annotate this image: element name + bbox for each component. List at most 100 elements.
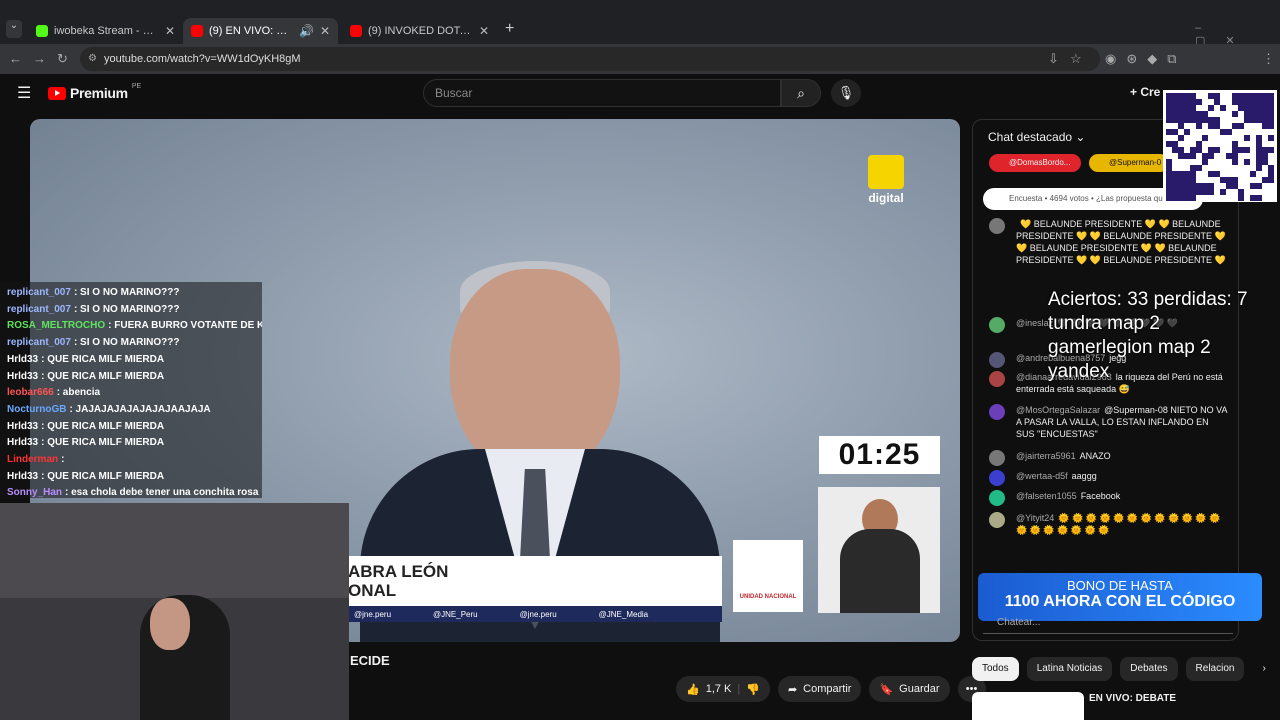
close-icon[interactable]: ✕ <box>165 24 175 38</box>
related-filter-chips: Todos Latina Noticias Debates Relacion › <box>972 657 1276 681</box>
chat-author: @Yityit24 <box>1016 513 1055 523</box>
youtube-icon <box>350 25 362 37</box>
chat-text: 💛 BELAUNDE PRESIDENTE 💛 💛 BELAUNDE PRESI… <box>1016 219 1226 265</box>
avatar <box>989 450 1005 466</box>
new-tab-button[interactable]: + <box>505 20 514 38</box>
chat-input[interactable]: Chatear... <box>983 612 1233 634</box>
kick-icon <box>36 25 48 37</box>
avatar <box>989 352 1005 368</box>
brand-logo-icon <box>868 155 904 189</box>
channel-brand: digital <box>866 155 906 205</box>
search-input[interactable]: Buscar <box>423 79 781 107</box>
microphone-icon[interactable]: 🎙 <box>831 79 861 107</box>
avatar <box>989 470 1005 486</box>
chip-todos[interactable]: Todos <box>972 657 1019 681</box>
address-bar[interactable]: ⚙ youtube.com/watch?v=WW1dOyKH8gM <box>80 47 1100 71</box>
streamer-face <box>150 598 190 650</box>
chip-relacion[interactable]: Relacion <box>1185 657 1245 681</box>
youtube-logo[interactable]: Premium PE <box>48 83 141 101</box>
video-actions: 👍 1,7 K | 👎 ➦ Compartir 🔖 Guardar ••• <box>676 676 986 702</box>
chat-author: @falseten1055 <box>1016 491 1077 501</box>
avatar <box>989 371 1005 387</box>
chat-text: Facebook <box>1080 491 1121 501</box>
sign-language-interpreter <box>818 487 940 613</box>
avatar <box>989 317 1005 333</box>
chip-latina-noticias[interactable]: Latina Noticias <box>1026 657 1113 681</box>
thumbs-up-icon: 👍 <box>686 683 700 696</box>
chat-message[interactable]: @jairterra5961 ANAZO <box>983 450 1228 466</box>
address-toolbar: ← → ↻ ⚙ youtube.com/watch?v=WW1dOyKH8gM ⇩… <box>0 44 1280 74</box>
avatar <box>989 490 1005 506</box>
debate-timer: 01:25 <box>819 436 940 474</box>
lower-third: ABRA LEÓN ONAL @jne.peru @JNE_Peru @jne.p… <box>348 556 722 622</box>
back-icon[interactable]: ← <box>9 51 22 66</box>
stream-chat-line: Hrld33: QUE RICA MILF MIERDA <box>7 353 165 365</box>
stream-chat-line: NocturnoGB: JAJAJAJAJAJAJAJAAJAJA <box>7 403 211 415</box>
create-button[interactable]: + Cre <box>1130 85 1160 99</box>
chat-author: @wertaa-d5f <box>1016 471 1068 481</box>
close-icon[interactable]: ✕ <box>320 24 330 38</box>
forward-icon[interactable]: → <box>33 51 46 66</box>
chat-message[interactable]: @MosOrtegaSalazar @Superman-08 NIETO NO V… <box>983 404 1228 440</box>
related-thumbnail[interactable] <box>972 692 1084 720</box>
chevron-right-icon[interactable]: › <box>1252 657 1275 681</box>
chat-message[interactable]: 💛 BELAUNDE PRESIDENTE 💛 💛 BELAUNDE PRESI… <box>983 218 1228 266</box>
close-icon[interactable]: ✕ <box>479 24 489 38</box>
speaker-head <box>450 269 620 479</box>
avatar <box>989 218 1005 234</box>
tab-debate[interactable]: (9) EN VIVO: DEBATE PRESI🔊✕ <box>183 18 338 44</box>
stream-chat-line: Hrld33: QUE RICA MILF MIERDA <box>7 370 165 382</box>
chip-debates[interactable]: Debates <box>1120 657 1178 681</box>
pinned-message[interactable]: @Superman-0 <box>1089 154 1169 172</box>
thumbs-down-icon[interactable]: 👎 <box>746 683 760 696</box>
chat-message[interactable]: @Yityit24 🌞 🌞 🌞 🌞 🌞 🌞 🌞 🌞 🌞 🌞 🌞 🌞 🌞 🌞 🌞 🌞… <box>983 512 1228 536</box>
avatar <box>989 404 1005 420</box>
stream-chat-line: Hrld33: QUE RICA MILF MIERDA <box>7 437 165 449</box>
like-button[interactable]: 👍 1,7 K | 👎 <box>676 676 770 702</box>
chat-mode-selector[interactable]: Chat destacado ⌄ <box>988 130 1085 144</box>
stream-chat-line: leobar666: abencia <box>7 387 101 399</box>
youtube-header: ☰ Premium PE Buscar ⌕ 🎙 + Cre <box>0 74 1280 118</box>
candidate-name: ABRA LEÓN <box>348 562 449 581</box>
stream-chat-overlay: replicant_007: SI O NO MARINO??? replican… <box>0 282 262 498</box>
stream-chat-line: Sonny_Han: esa chola debe tener una conc… <box>7 487 259 498</box>
party-logo: UNIDAD NACIONAL <box>733 540 803 612</box>
youtube-icon <box>191 25 203 37</box>
chat-text: ANAZO <box>1079 451 1111 461</box>
stream-chat-line: replicant_007: SI O NO MARINO??? <box>7 303 180 315</box>
related-video-title[interactable]: EN VIVO: DEBATE <box>1089 693 1176 704</box>
tab-invoked-dota[interactable]: (9) INVOKED DOTA - YouTube✕ <box>342 18 497 44</box>
search-icon[interactable]: ⌕ <box>781 79 821 107</box>
tab-search-icon[interactable]: ⌄ <box>6 20 22 38</box>
install-icon[interactable]: ⇩ <box>1048 51 1059 67</box>
extensions-icon[interactable]: ◉⊛◆⧉ <box>1105 51 1187 67</box>
reload-icon[interactable]: ↻ <box>57 51 68 67</box>
hamburger-icon[interactable]: ☰ <box>17 83 31 103</box>
yape-qr-code <box>1163 90 1277 202</box>
chat-message[interactable]: @wertaa-d5f aaggg <box>983 470 1228 486</box>
chevron-down-icon: ⌄ <box>1075 130 1086 144</box>
video-title: ECIDE <box>350 653 390 668</box>
share-button[interactable]: ➦ Compartir <box>777 676 862 702</box>
save-button[interactable]: 🔖 Guardar <box>869 676 950 702</box>
social-handles: @jne.peru @JNE_Peru @jne.peru @JNE_Media <box>348 606 722 622</box>
tab-kick[interactable]: iwobeka Stream - Watch Live o✕ <box>28 18 183 44</box>
bookmark-star-icon[interactable]: ☆ <box>1070 51 1082 67</box>
chat-author: @jairterra5961 <box>1016 451 1076 461</box>
site-info-icon[interactable]: ⚙ <box>88 47 97 71</box>
chat-message[interactable]: @falseten1055 Facebook <box>983 490 1228 506</box>
pinned-message[interactable]: @DomasBordo... <box>989 154 1081 172</box>
avatar <box>989 512 1005 528</box>
menu-dots-icon[interactable]: ⋮ <box>1262 51 1275 67</box>
streamer-webcam <box>0 503 349 720</box>
bookmark-icon: 🔖 <box>879 683 894 696</box>
webcam-background <box>0 503 349 598</box>
speaker-icon[interactable]: 🔊 <box>299 24 314 38</box>
tab-strip: ⌄ iwobeka Stream - Watch Live o✕ (9) EN … <box>0 0 1280 47</box>
stream-chat-line: Hrld33: QUE RICA MILF MIERDA <box>7 420 165 432</box>
youtube-play-icon <box>48 86 66 100</box>
stream-stats-overlay: Aciertos: 33 perdidas: 7 tundra map 2 ga… <box>1048 289 1248 382</box>
chat-author: @MosOrtegaSalazar <box>1016 405 1101 415</box>
stream-chat-line: ROSA_MELTROCHO: FUERA BURRO VOTANTE DE K… <box>7 320 262 332</box>
share-icon: ➦ <box>787 683 798 696</box>
